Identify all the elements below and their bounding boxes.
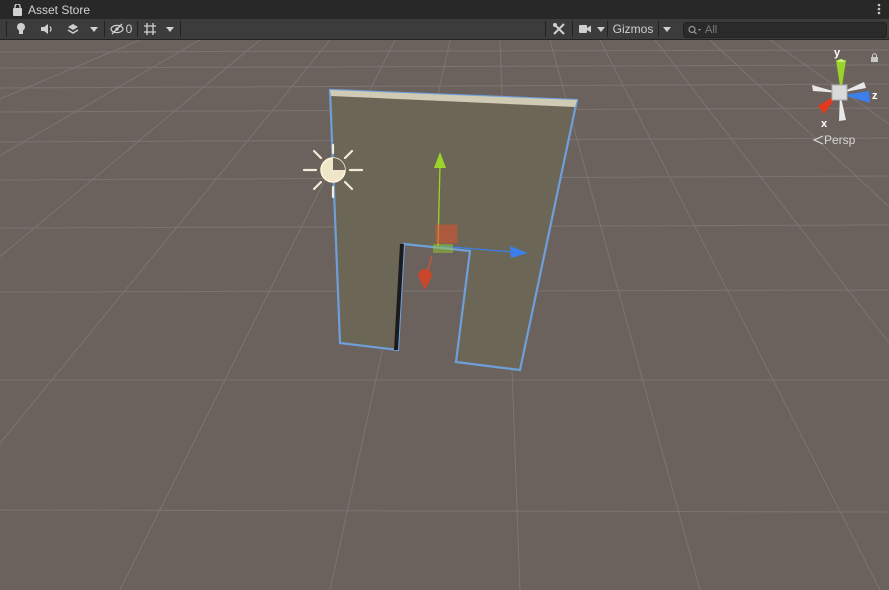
gizmo-y-label: y [834, 47, 841, 59]
grid-icon [144, 23, 156, 35]
projection-label: Persp [824, 133, 856, 147]
search-icon [688, 25, 701, 35]
toolbar-separator [180, 21, 181, 37]
gizmo-center-cube[interactable] [831, 84, 848, 101]
camera-settings-button[interactable] [575, 19, 595, 39]
projection-toggle[interactable]: Persp [812, 133, 855, 147]
scene-search-field[interactable] [683, 22, 887, 38]
scene-viewport[interactable]: y z x [0, 40, 889, 590]
lock-icon [12, 3, 24, 16]
grid-dropdown-button[interactable] [162, 19, 178, 39]
perspective-icon [812, 135, 824, 145]
window-tab-bar: Asset Store [0, 0, 889, 19]
lighting-toggle-button[interactable] [10, 19, 32, 39]
toolbar-separator [137, 21, 138, 37]
gizmos-button[interactable]: Gizmos [609, 19, 657, 39]
chevron-down-icon [597, 26, 605, 32]
toolbar-separator [6, 21, 7, 37]
effects-icon [67, 24, 79, 34]
gizmo-z-label: z [872, 90, 878, 102]
audio-icon [41, 24, 52, 34]
effects-dropdown-button[interactable] [86, 19, 102, 39]
chevron-down-icon [90, 26, 98, 32]
effects-toggle-button[interactable] [62, 19, 84, 39]
more-options-icon[interactable] [877, 2, 881, 16]
search-input[interactable] [702, 24, 875, 36]
camera-dropdown-button[interactable] [595, 19, 607, 39]
grid-toggle-button[interactable] [140, 19, 160, 39]
chevron-down-icon [663, 26, 671, 32]
toolbar-separator [104, 21, 105, 37]
scene-visibility-button[interactable]: 0 [107, 19, 135, 39]
lightbulb-icon [17, 23, 25, 34]
xy-plane-handle[interactable] [435, 224, 458, 244]
gizmo-x-label: x [821, 118, 828, 130]
hidden-objects-icon [110, 23, 124, 35]
gizmos-label: Gizmos [612, 22, 654, 36]
tools-button[interactable] [548, 19, 570, 39]
toolbar-separator [572, 21, 573, 37]
chevron-down-icon [166, 26, 174, 32]
toolbar-separator [607, 21, 608, 37]
toolbar-separator [545, 21, 546, 37]
window-title[interactable]: Asset Store [28, 3, 90, 17]
xz-plane-handle[interactable] [433, 244, 453, 253]
gizmos-dropdown-button[interactable] [659, 19, 675, 39]
tools-icon [553, 23, 565, 35]
audio-toggle-button[interactable] [36, 19, 58, 39]
hidden-count: 0 [125, 22, 133, 36]
camera-icon [579, 25, 591, 33]
